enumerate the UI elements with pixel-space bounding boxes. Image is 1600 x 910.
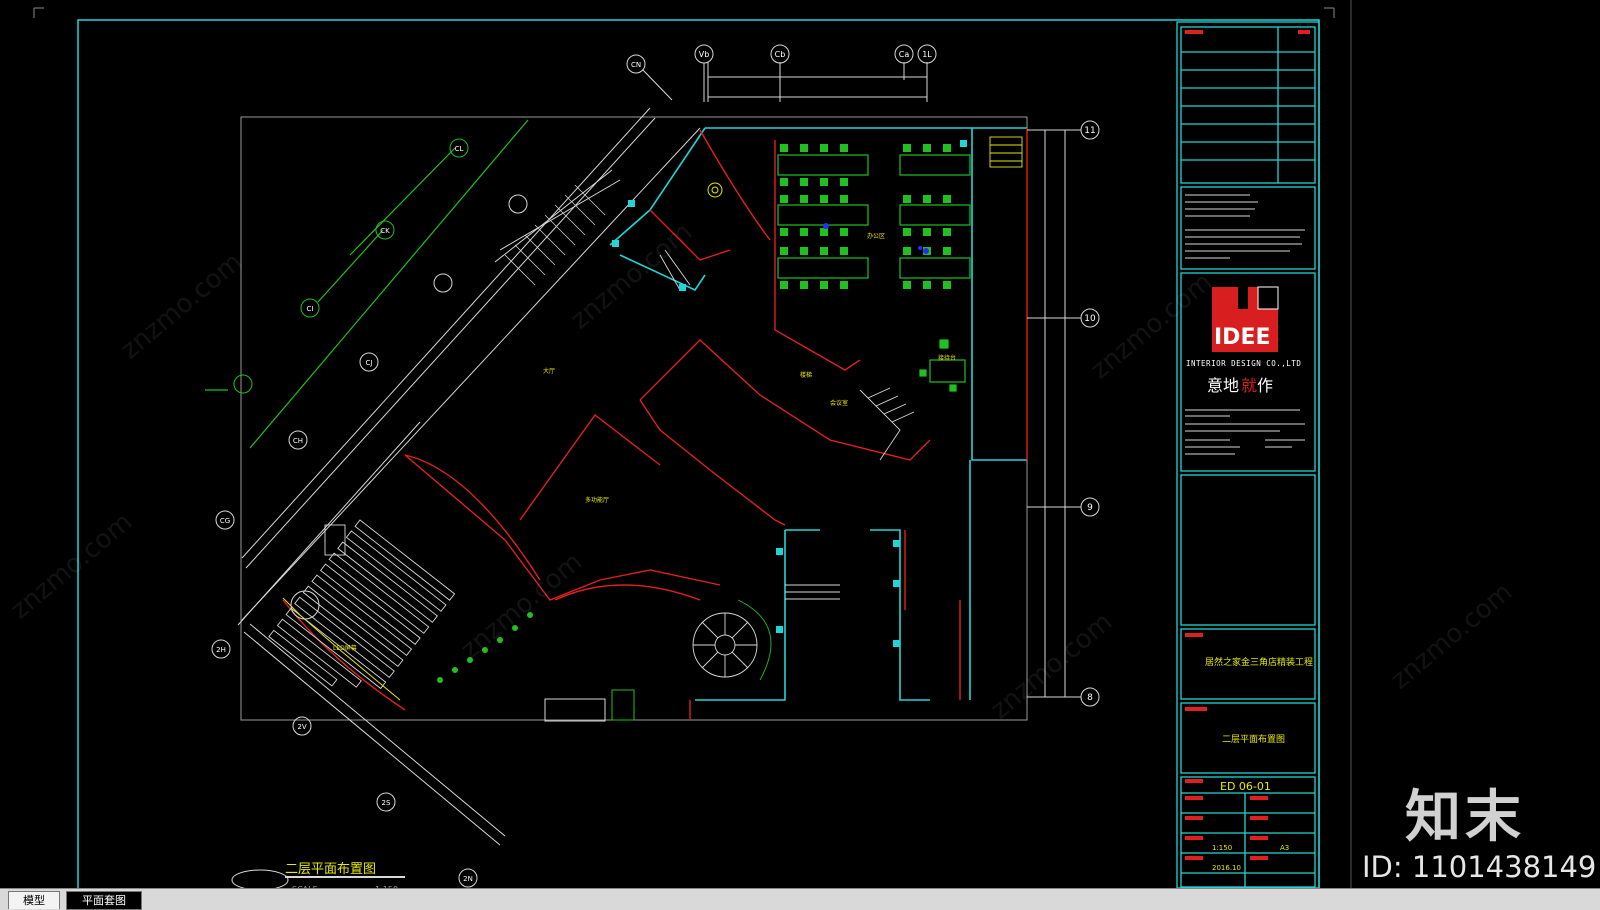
right-dimension [1040,129,1070,698]
interior-walls [282,128,1028,720]
sheet-size: A3 [1280,844,1289,852]
bubble-diag-10: 2S [382,799,391,807]
company-name-cn-b: 就 [1241,376,1257,395]
svg-text:znzmo.com: znzmo.com [115,247,248,365]
svg-text:znzmo.com: znzmo.com [1385,577,1518,695]
bubble-diag-1: CN [631,61,641,69]
plan-title: 二层平面布置图 [285,862,376,877]
bubble-diag-9: 2V [297,723,306,731]
bubble-diag-5: CI [307,305,314,313]
room-label-led: LED屏幕 [333,644,357,652]
plan-viewport-frame[interactable] [240,116,1028,721]
drawing-name: 二层平面布置图 [1222,733,1285,745]
cad-drawing-canvas[interactable]: Vb Cb Ca 1L 11 10 9 8 CN CL CK CJ CI CH … [0,0,1600,909]
diagonal-stair-hatch [504,184,606,286]
bubble-right-4: 8 [1087,693,1093,703]
room-label-meeting: 会议室 [830,399,848,407]
svg-text:znzmo.com: znzmo.com [985,607,1118,725]
bubble-diag-6: CH [293,437,303,445]
office-workstations[interactable] [777,144,971,392]
bubble-top-4: 1L [922,50,932,59]
diagonal-walls [237,107,701,846]
bubble-right-3: 9 [1087,503,1093,513]
svg-text:znzmo.com: znzmo.com [5,507,138,625]
drawing-date: 2016.10 [1212,864,1241,872]
logo-text: IDEE [1214,325,1271,350]
drawing-number: ED 06-01 [1220,780,1271,793]
project-name: 居然之家金三角店精装工程 [1205,656,1313,668]
tab-model[interactable]: 模型 [8,891,60,909]
bubble-top-2: Cb [775,50,786,59]
watermark-brand: 知末 [1405,785,1525,850]
building-perimeter [609,127,1027,701]
room-label-stair: 楼梯 [800,371,812,379]
bubble-diag-4: CJ [366,359,373,367]
auditorium-seating[interactable] [268,519,456,711]
bubble-right-2: 10 [1084,314,1096,324]
diagonal-grid-lines [205,119,529,449]
bubble-diag-8: 2H [216,646,226,654]
bubble-diag-11: 2N [463,875,473,883]
bubble-diag-3: CK [380,227,390,235]
room-label-reception: 接待台 [938,354,956,362]
sheet-corner-marks [33,7,1335,18]
room-label-office: 办公区 [867,232,885,240]
company-name-cn-a: 意地 [1207,376,1239,395]
top-dimension [707,62,928,102]
scale-value: 1:150 [1212,844,1232,852]
company-name-cn-c: 作 [1257,376,1273,395]
bubble-diag-7: CG [220,517,230,525]
svg-text:znzmo.com: znzmo.com [455,547,588,665]
spiral-staircase[interactable] [692,599,772,681]
title-block [1176,21,1320,889]
drawing-border [77,19,1320,891]
layout-tab-bar: 模型 平面套图 [0,888,1600,910]
company-logo: IDEE [1212,286,1279,352]
watermark-id: ID: 1101438149 [1362,850,1597,884]
bubble-diag-2: CL [455,145,464,153]
bubble-top-1: Vb [699,50,710,59]
bubble-right-1: 11 [1084,126,1095,136]
bubble-top-3: Ca [899,50,910,59]
title-block-notes [1185,194,1305,259]
room-label-hall: 多功能厅 [585,496,609,504]
room-label-lobby: 大厅 [543,367,555,375]
column-markers [612,140,967,647]
tab-layout-plan[interactable]: 平面套图 [66,891,142,910]
company-name-en: INTERIOR DESIGN CO.,LTD [1186,359,1301,368]
company-address-lines [1185,409,1305,455]
